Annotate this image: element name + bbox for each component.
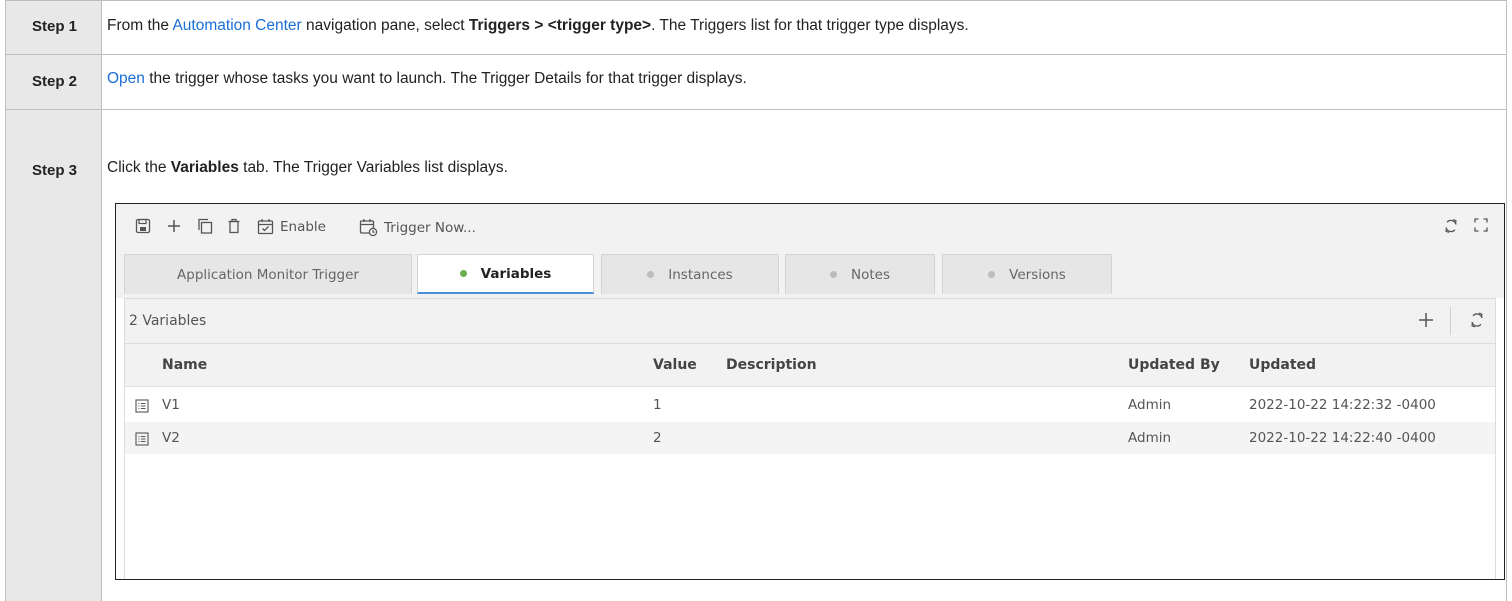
refresh-icon[interactable] <box>1443 218 1459 234</box>
cell-updated-by: Admin <box>1128 397 1172 413</box>
instruction-text: From the <box>107 17 173 34</box>
panel-header: 2 Variables <box>125 299 1495 344</box>
trigger-variables-screenshot: Enable Trigger Now... Application Monito… <box>115 203 1505 580</box>
tab-instances[interactable]: Instances <box>601 254 779 294</box>
cell-value: 2 <box>653 430 662 446</box>
table-row[interactable]: V2 2 Admin 2022-10-22 14:22:40 -0400 <box>125 422 1495 454</box>
trigger-now-button[interactable]: Trigger Now... <box>359 218 476 237</box>
status-dot-icon <box>988 271 996 278</box>
tab-application-monitor-trigger[interactable]: Application Monitor Trigger <box>124 254 412 294</box>
instruction-text: . The Triggers list for that trigger typ… <box>651 17 969 34</box>
copy-icon[interactable] <box>197 218 213 234</box>
tab-label: Application Monitor Trigger <box>177 266 359 283</box>
tab-label: Versions <box>1009 266 1066 283</box>
bold-text: Variables <box>170 159 239 176</box>
tab-label: Instances <box>668 266 733 283</box>
instruction-text: Click the <box>107 159 171 176</box>
step-row-2: Step 2 Open the trigger whose tasks you … <box>0 55 1512 109</box>
step-content: From the Automation Center navigation pa… <box>102 1 1507 54</box>
step-label: Step 2 <box>31 73 77 90</box>
status-dot-icon <box>647 271 655 278</box>
column-header-updated-by[interactable]: Updated By <box>1128 357 1220 373</box>
enable-label: Enable <box>280 218 326 235</box>
trigger-now-label: Trigger Now... <box>384 219 476 236</box>
delete-icon[interactable] <box>226 218 242 234</box>
tab-label: Notes <box>851 266 890 283</box>
tab-versions[interactable]: Versions <box>942 254 1112 294</box>
bold-text: Triggers > <trigger type> <box>468 17 652 34</box>
doc-link[interactable]: Open <box>107 70 145 87</box>
fullscreen-icon[interactable] <box>1474 218 1488 232</box>
column-header-value[interactable]: Value <box>653 357 697 373</box>
variables-panel: 2 Variables Name Value Description Updat… <box>124 298 1496 579</box>
table-header: Name Value Description Updated By Update… <box>125 344 1495 387</box>
step-instruction: From the Automation Center navigation pa… <box>107 17 969 35</box>
variable-details-icon[interactable] <box>135 431 149 450</box>
divider <box>1450 307 1451 335</box>
refresh-icon[interactable] <box>1469 311 1485 333</box>
column-header-description[interactable]: Description <box>726 357 817 373</box>
step-label-cell: Step 1 <box>5 1 102 54</box>
instruction-text: navigation pane, select <box>301 17 469 34</box>
calendar-trigger-icon <box>359 218 378 237</box>
cell-updated: 2022-10-22 14:22:32 -0400 <box>1249 397 1436 413</box>
cell-name: V2 <box>162 430 180 446</box>
table-row[interactable]: V1 1 Admin 2022-10-22 14:22:32 -0400 <box>125 389 1495 421</box>
tab-label: Variables <box>480 265 552 282</box>
procedure-steps-table: Step 1 From the Automation Center naviga… <box>0 0 1512 601</box>
cell-name: V1 <box>162 397 180 413</box>
enable-button[interactable]: Enable <box>257 218 326 235</box>
cell-value: 1 <box>653 397 662 413</box>
step-instruction: Click the Variables tab. The Trigger Var… <box>107 159 508 177</box>
instruction-text: tab. The Trigger Variables list displays… <box>238 159 508 176</box>
step-instruction: Open the trigger whose tasks you want to… <box>107 70 747 88</box>
tab-notes[interactable]: Notes <box>785 254 935 294</box>
save-icon[interactable] <box>135 218 151 234</box>
step-row-1: Step 1 From the Automation Center naviga… <box>0 1 1512 54</box>
step-label: Step 1 <box>31 18 77 35</box>
column-header-name[interactable]: Name <box>162 357 207 373</box>
cell-updated: 2022-10-22 14:22:40 -0400 <box>1249 430 1436 446</box>
doc-link[interactable]: Automation Center <box>172 17 301 34</box>
tab-variables[interactable]: Variables <box>417 254 594 294</box>
step-label-cell: Step 2 <box>5 55 102 109</box>
status-dot-icon <box>459 270 467 277</box>
column-header-updated[interactable]: Updated <box>1249 357 1316 373</box>
add-icon[interactable] <box>166 218 182 234</box>
cell-updated-by: Admin <box>1128 430 1172 446</box>
variables-count: 2 Variables <box>129 313 207 329</box>
add-variable-icon[interactable] <box>1417 311 1435 333</box>
step-label: Step 3 <box>31 162 77 179</box>
step-label-cell: Step 3 <box>5 110 102 601</box>
toolbar: Enable Trigger Now... <box>116 204 1504 252</box>
variable-details-icon[interactable] <box>135 398 149 417</box>
step-content: Open the trigger whose tasks you want to… <box>102 55 1507 109</box>
calendar-check-icon <box>257 218 274 235</box>
instruction-text: the trigger whose tasks you want to laun… <box>144 70 747 87</box>
status-dot-icon <box>830 271 837 278</box>
tab-bar: Application Monitor Trigger Variables In… <box>116 252 1504 298</box>
